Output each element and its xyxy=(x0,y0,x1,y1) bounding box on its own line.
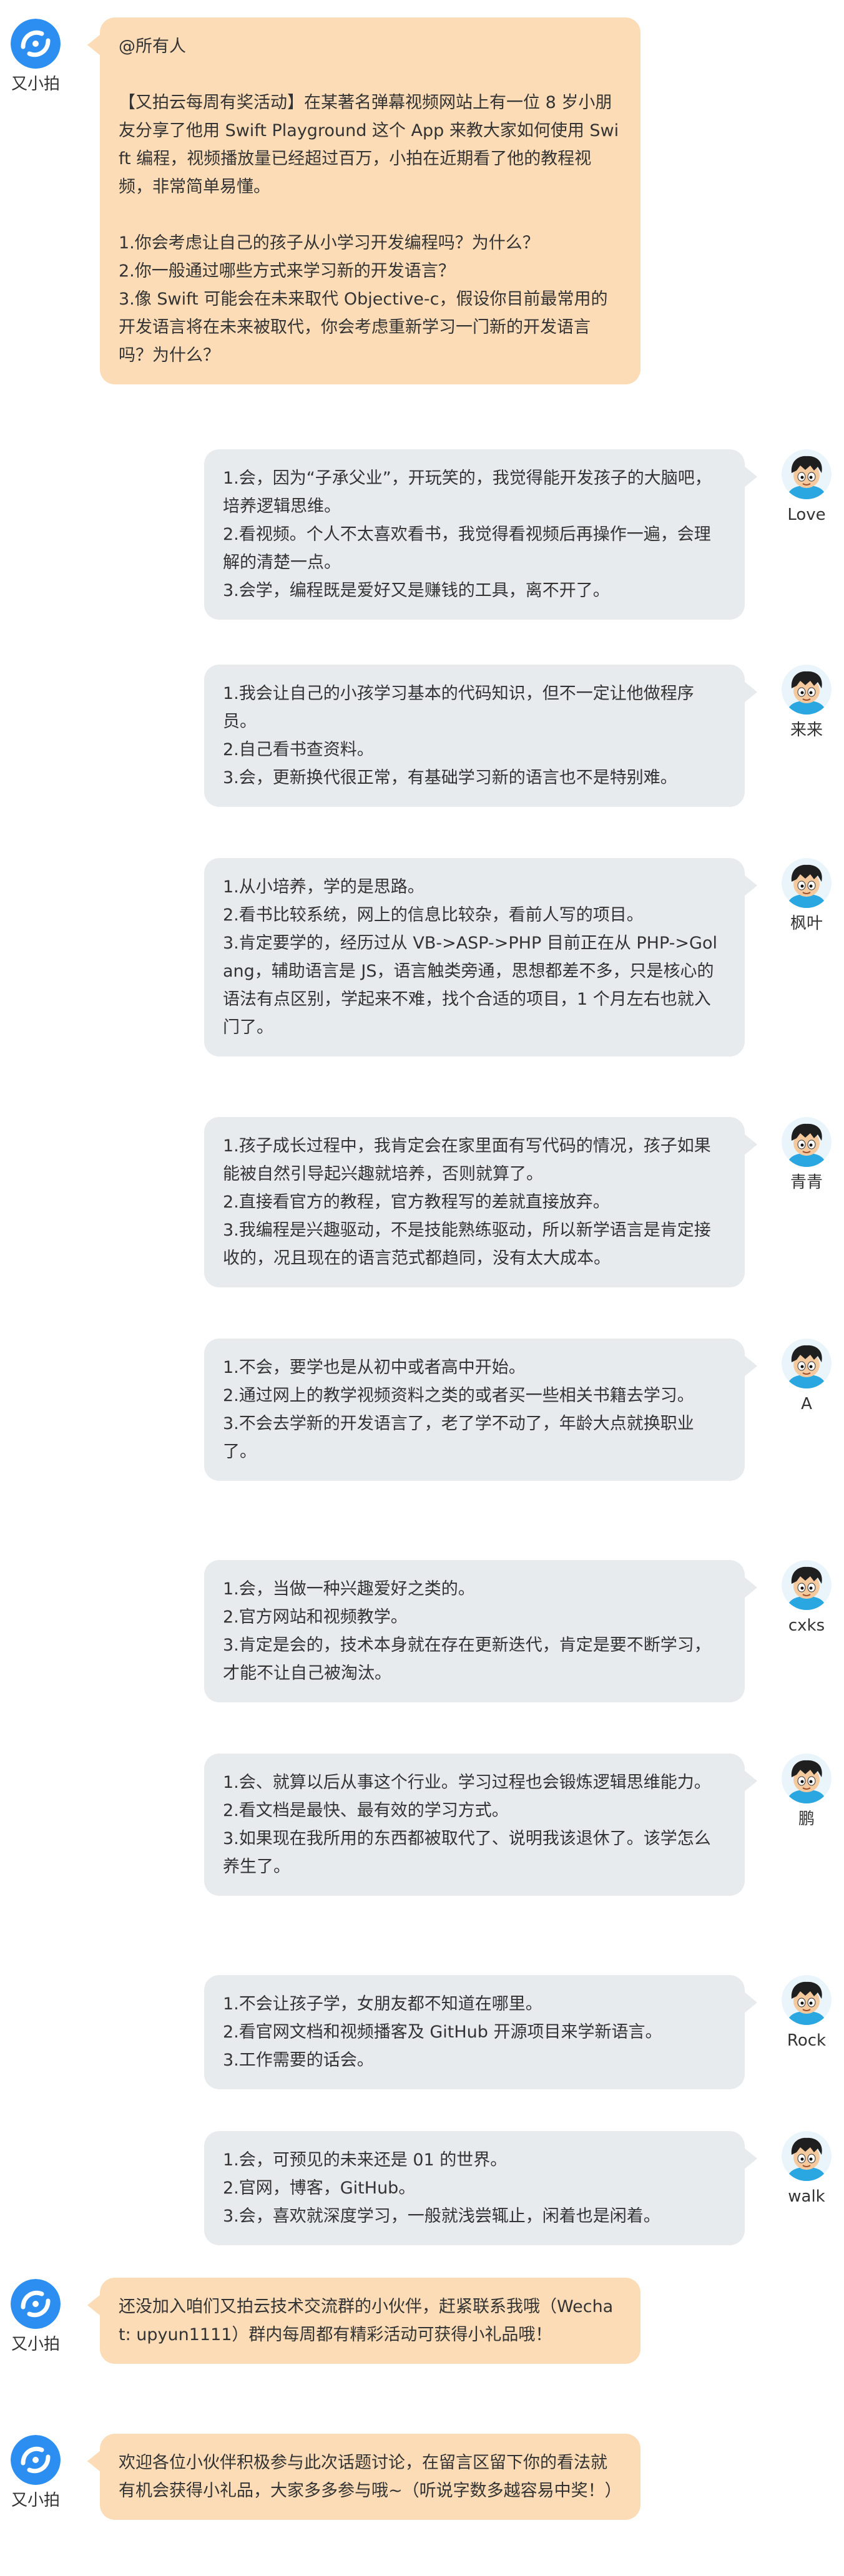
message-text-line: 1.会、就算以后从事这个行业。学习过程也会锻炼逻辑思维能力。 xyxy=(223,1773,711,1792)
cartoon-boy-avatar-icon[interactable] xyxy=(782,858,832,908)
message-bubble: 1.会、就算以后从事这个行业。学习过程也会锻炼逻辑思维能力。 2.看文档是最快、最… xyxy=(204,1754,757,1896)
sender-name: 又小拍 xyxy=(11,2491,60,2510)
message-sender: 又小拍 xyxy=(1,19,70,95)
message-text-line xyxy=(119,201,622,229)
message-bubble: 1.从小培养，学的是思路。 2.看书比较系统，网上的信息比较杂，看前人写的项目。 3… xyxy=(204,858,757,1056)
message-sender: 鹏 xyxy=(772,1754,841,1830)
sender-name: 枫叶 xyxy=(790,914,823,933)
sender-name: Love xyxy=(787,505,826,524)
message-bubble: 欢迎各位小伙伴积极参与此次话题讨论，在留言区留下你的看法就有机会获得小礼品，大家… xyxy=(87,2434,640,2520)
message-text-line: 1.从小培养，学的是思路。 xyxy=(223,877,424,897)
cartoon-boy-avatar-icon[interactable] xyxy=(782,1560,832,1610)
message-bubble: 1.不会让孩子学，女朋友都不知道在哪里。 2.看官网文档和视频播客及 GitHub… xyxy=(204,1975,757,2089)
sender-name: 青青 xyxy=(790,1173,823,1192)
message-text-line: 3.肯定是会的，技术本身就在存在更新迭代，肯定是要不断学习，才能不让自己被淘汰。 xyxy=(223,1636,711,1683)
message-bubble: 1.会，可预见的未来还是 01 的世界。 2.官网，博客，GitHub。 3.会，喜… xyxy=(204,2131,757,2245)
message-text-line: 1.孩子成长过程中，我肯定会在家里面有写代码的情况，孩子如果能被自然引导起兴趣就… xyxy=(223,1136,711,1184)
message-sender: cxks xyxy=(772,1560,841,1636)
cartoon-boy-avatar-icon[interactable] xyxy=(782,449,832,499)
message-sender: Rock xyxy=(772,1975,841,2051)
message-sender: 又小拍 xyxy=(1,2279,70,2355)
upyun-logo-icon[interactable] xyxy=(11,2435,61,2485)
message-text-line: 3.不会去学新的开发语言了，老了学不动了，年龄大点就换职业了。 xyxy=(223,1414,694,1461)
cartoon-boy-avatar-icon[interactable] xyxy=(782,665,832,715)
message-text-line: 1.会，因为“子承父业”，开玩笑的，我觉得能开发孩子的大脑吧，培养逻辑思维。 xyxy=(223,469,712,516)
sender-name: Rock xyxy=(787,2031,827,2050)
message-text-line xyxy=(119,61,622,89)
message-text-line: 1.会，当做一种兴趣爱好之类的。 xyxy=(223,1579,475,1599)
message-sender: 青青 xyxy=(772,1117,841,1193)
sender-name: 又小拍 xyxy=(11,2335,60,2354)
cartoon-boy-avatar-icon[interactable] xyxy=(782,1754,832,1803)
message-sender: 枫叶 xyxy=(772,858,841,934)
message-bubble: 1.会，当做一种兴趣爱好之类的。 2.官方网站和视频教学。 3.肯定是会的，技术本身… xyxy=(204,1560,757,1702)
upyun-logo-icon[interactable] xyxy=(11,2279,61,2329)
upyun-logo-icon[interactable] xyxy=(11,19,61,69)
cartoon-boy-avatar-icon[interactable] xyxy=(782,1975,832,2025)
sender-name: walk xyxy=(788,2187,825,2206)
message-text-line: 3.会，更新换代很正常，有基础学习新的语言也不是特别难。 xyxy=(223,768,677,788)
cartoon-boy-avatar-icon[interactable] xyxy=(782,1339,832,1388)
message-text-line: 欢迎各位小伙伴积极参与此次话题讨论，在留言区留下你的看法就有机会获得小礼品，大家… xyxy=(119,2453,622,2500)
message-text-line: 1.不会，要学也是从初中或者高中开始。 xyxy=(223,1358,526,1377)
message-text-line: 【又拍云每周有奖活动】在某著名弹幕视频网站上有一位 8 岁小朋友分享了他用 Sw… xyxy=(119,93,619,197)
message-sender: walk xyxy=(772,2131,841,2207)
message-text-line: 3.会，喜欢就深度学习，一般就浅尝辄止，闲着也是闲着。 xyxy=(223,2207,660,2226)
cartoon-boy-avatar-icon[interactable] xyxy=(782,1117,832,1167)
sender-name: 来来 xyxy=(790,721,823,739)
message-text-line: 3.像 Swift 可能会在未来取代 Objective-c，假设你目前最常用的… xyxy=(119,290,608,365)
message-text-line: 2.直接看官方的教程，官方教程写的差就直接放弃。 xyxy=(223,1193,610,1212)
sender-name: 鹏 xyxy=(798,1810,815,1828)
message-text-line: 1.你会考虑让自己的孩子从小学习开发编程吗？为什么？ xyxy=(119,233,539,253)
message-text-line: @所有人 xyxy=(119,37,186,56)
chat-thread: 又小拍 @所有人【又拍云每周有奖活动】在某著名弹幕视频网站上有一位 8 岁小朋友分… xyxy=(0,0,844,2576)
message-text-line: 2.通过网上的教学视频资料之类的或者买一些相关书籍去学习。 xyxy=(223,1386,694,1405)
cartoon-boy-avatar-icon[interactable] xyxy=(782,2131,832,2181)
message-sender: 来来 xyxy=(772,665,841,741)
message-text-line: 1.我会让自己的小孩学习基本的代码知识，但不一定让他做程序员。 xyxy=(223,684,694,731)
sender-name: A xyxy=(801,1395,812,1413)
message-text-line: 2.你一般通过哪些方式来学习新的开发语言？ xyxy=(119,261,455,281)
message-text-line: 3.会学，编程既是爱好又是赚钱的工具，离不开了。 xyxy=(223,581,610,600)
message-text-line: 2.自己看书查资料。 xyxy=(223,740,374,759)
message-bubble: @所有人【又拍云每周有奖活动】在某著名弹幕视频网站上有一位 8 岁小朋友分享了他… xyxy=(87,17,640,384)
message-text-line: 2.看官网文档和视频播客及 GitHub 开源项目来学新语言。 xyxy=(223,2022,662,2042)
message-sender: 又小拍 xyxy=(1,2435,70,2511)
message-bubble: 1.不会，要学也是从初中或者高中开始。 2.通过网上的教学视频资料之类的或者买一些… xyxy=(204,1339,757,1481)
message-text-line: 3.我编程是兴趣驱动，不是技能熟练驱动，所以新学语言是肯定接收的，况且现在的语言… xyxy=(223,1221,711,1268)
message-text-line: 2.看书比较系统，网上的信息比较杂，看前人写的项目。 xyxy=(223,905,644,925)
message-text-line: 3.工作需要的话会。 xyxy=(223,2051,374,2070)
message-text-line: 2.官网，博客，GitHub。 xyxy=(223,2178,416,2198)
message-text-line: 3.肯定要学的，经历过从 VB->ASP->PHP 目前正在从 PHP->Gol… xyxy=(223,934,717,1037)
message-text-line: 3.如果现在我所用的东西都被取代了、说明我该退休了。该学怎么养生了。 xyxy=(223,1829,711,1876)
message-text-line: 1.会，可预见的未来还是 01 的世界。 xyxy=(223,2150,508,2170)
message-sender: A xyxy=(772,1339,841,1415)
message-bubble: 1.孩子成长过程中，我肯定会在家里面有写代码的情况，孩子如果能被自然引导起兴趣就… xyxy=(204,1117,757,1287)
message-bubble: 1.会，因为“子承父业”，开玩笑的，我觉得能开发孩子的大脑吧，培养逻辑思维。 2.… xyxy=(204,449,757,620)
message-text-line: 还没加入咱们又拍云技术交流群的小伙伴，赶紧联系我哦（Wechat: upyun1… xyxy=(119,2297,614,2344)
message-bubble: 1.我会让自己的小孩学习基本的代码知识，但不一定让他做程序员。 2.自己看书查资料… xyxy=(204,665,757,807)
message-sender: Love xyxy=(772,449,841,525)
message-text-line: 2.看文档是最快、最有效的学习方式。 xyxy=(223,1801,509,1820)
message-text-line: 2.看视频。个人不太喜欢看书，我觉得看视频后再操作一遍，会理解的清楚一点。 xyxy=(223,525,711,572)
sender-name: cxks xyxy=(788,1616,825,1635)
message-text-line: 2.官方网站和视频教学。 xyxy=(223,1608,408,1627)
message-bubble: 还没加入咱们又拍云技术交流群的小伙伴，赶紧联系我哦（Wechat: upyun1… xyxy=(87,2278,640,2364)
message-text-line: 1.不会让孩子学，女朋友都不知道在哪里。 xyxy=(223,1994,542,2014)
sender-name: 又小拍 xyxy=(11,75,60,94)
